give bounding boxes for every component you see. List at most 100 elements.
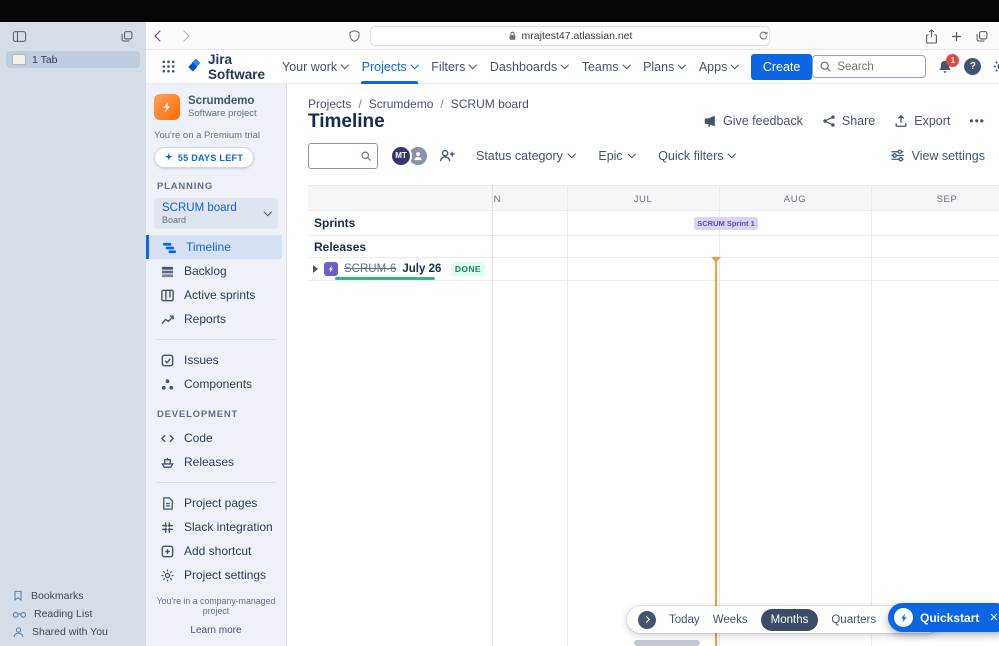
sidebar-item-timeline[interactable]: Timeline [146, 235, 282, 259]
epic-dropdown[interactable]: Epic [598, 149, 636, 163]
components-icon [160, 377, 175, 392]
app-switcher-icon[interactable] [156, 59, 181, 74]
epic-row-item[interactable]: SCRUM-6 July 26 DONE [308, 262, 492, 276]
sidebar-item-shared-with-you[interactable]: Shared with You [12, 626, 108, 638]
backlog-label: Backlog [184, 264, 227, 278]
more-icon[interactable]: ••• [969, 114, 985, 128]
browser-sidebar-header [0, 22, 146, 50]
sidebar-item-reading-list[interactable]: Reading List [12, 608, 108, 620]
nav-label: Dashboards [489, 59, 558, 74]
breadcrumb-scrum-board[interactable]: SCRUM board [451, 97, 529, 111]
notifications-button[interactable]: 1 [937, 53, 960, 75]
add-person-icon[interactable] [438, 148, 456, 163]
status-category-label: Status category [476, 148, 563, 163]
address-bar[interactable]: mrajtest47.atlassian.net [370, 26, 770, 46]
close-icon[interactable]: ✕ [989, 611, 998, 624]
releases-row-label: Releases [314, 239, 367, 254]
member-avatar[interactable]: MT [390, 144, 412, 167]
tab-overview-icon[interactable] [120, 30, 134, 43]
sidebar-item-components[interactable]: Components [154, 372, 278, 396]
give-feedback-button[interactable]: Give feedback [703, 114, 803, 128]
share-button[interactable]: Share [822, 114, 875, 128]
timeline-search-input[interactable] [314, 148, 360, 163]
share-page-icon[interactable] [925, 28, 938, 44]
help-icon[interactable]: ? [964, 58, 982, 75]
sidebar-toggle-icon[interactable] [12, 30, 27, 43]
quickstart-button[interactable]: Quickstart ✕ [888, 603, 999, 632]
timeline-search[interactable] [308, 142, 378, 169]
nav-item-filters[interactable]: Filters [424, 50, 483, 84]
sidebar-item-add-shortcut[interactable]: Add shortcut [154, 539, 278, 563]
zoom-option-today[interactable]: Today [669, 614, 700, 626]
forward-icon[interactable] [178, 30, 190, 42]
pane-divider [492, 185, 493, 646]
macos-titlebar [0, 0, 999, 22]
trial-days-button[interactable]: ✦ 55 DAYS LEFT [154, 147, 255, 168]
sidebar-item-bookmarks[interactable]: Bookmarks [12, 589, 108, 602]
month-label-jul: JUL [633, 193, 653, 205]
nav-item-plans[interactable]: Plans [636, 50, 692, 84]
sidebar-item-releases[interactable]: Releases [154, 450, 278, 474]
sidebar-item-project-settings[interactable]: Project settings [154, 563, 278, 587]
sidebar-item-code[interactable]: Code [154, 426, 278, 450]
jira-logo[interactable]: Jira Software [187, 52, 265, 82]
backlog-icon [160, 264, 175, 279]
browser-sidebar-bottom: Bookmarks Reading List Shared with You [12, 589, 108, 638]
sidebar-item-active-sprints[interactable]: Active sprints [154, 283, 278, 307]
sparkle-icon: ✦ [165, 152, 173, 162]
epic-progress-bar [335, 277, 435, 280]
sidebar-item-slack-integration[interactable]: Slack integration [154, 515, 278, 539]
breadcrumb-scrumdemo[interactable]: Scrumdemo [369, 97, 434, 111]
sidebar-item-issues[interactable]: Issues [154, 348, 278, 372]
tab-count-label: 1 Tab [32, 53, 58, 66]
view-settings-button[interactable]: View settings [890, 149, 985, 163]
create-button[interactable]: Create [750, 53, 813, 80]
member-avatars: MT [390, 144, 429, 167]
learn-more-link[interactable]: Learn more [146, 625, 286, 636]
sidebar-item-project-pages[interactable]: Project pages [154, 491, 278, 515]
tabs-icon[interactable] [975, 30, 989, 43]
glasses-icon [12, 609, 27, 619]
components-label: Components [184, 377, 253, 391]
quick-filters-dropdown[interactable]: Quick filters [658, 149, 737, 163]
code-icon [160, 431, 175, 446]
global-search-input[interactable] [837, 60, 920, 73]
month-gridline [567, 185, 568, 646]
sidebar-item-backlog[interactable]: Backlog [154, 259, 278, 283]
chevron-down-icon [263, 207, 272, 216]
code-label: Code [184, 431, 213, 445]
expand-chevron-icon[interactable] [313, 265, 318, 273]
back-icon[interactable] [154, 30, 166, 42]
nav-item-your-work[interactable]: Your work [275, 50, 355, 84]
breadcrumb-projects[interactable]: Projects [308, 97, 351, 111]
zoom-option-weeks[interactable]: Weeks [713, 614, 748, 626]
export-button[interactable]: Export [894, 114, 950, 128]
gear-icon [160, 568, 175, 583]
new-tab-icon[interactable] [950, 30, 963, 43]
project-name: Scrumdemo [188, 95, 255, 107]
nav-item-dashboards[interactable]: Dashboards [483, 50, 575, 84]
global-search[interactable] [812, 55, 927, 78]
sprint-bar[interactable]: SCRUM Sprint 1 [694, 217, 758, 230]
board-switcher[interactable]: SCRUM board Board [154, 198, 278, 229]
next-button[interactable] [638, 610, 656, 629]
sidebar-footer: You're in a company-managed project Lear… [146, 596, 286, 636]
gear-icon[interactable] [992, 58, 999, 75]
zoom-option-quarters[interactable]: Quarters [831, 614, 876, 626]
slack-icon [160, 520, 175, 535]
nav-item-apps[interactable]: Apps [692, 50, 745, 84]
timeline-row-sprints: Sprints [308, 211, 999, 236]
privacy-shield-icon[interactable] [348, 29, 361, 43]
project-header[interactable]: Scrumdemo Software project [154, 94, 278, 120]
refresh-icon[interactable] [758, 30, 769, 41]
sidebar-item-reports[interactable]: Reports [154, 307, 278, 331]
zoom-option-months[interactable]: Months [760, 608, 819, 631]
browser-tab-item[interactable]: 1 Tab [6, 51, 140, 68]
horizontal-scrollbar[interactable] [634, 640, 700, 646]
reading-list-label: Reading List [34, 608, 93, 620]
nav-item-teams[interactable]: Teams [575, 50, 636, 84]
status-category-dropdown[interactable]: Status category [476, 148, 576, 163]
nav-item-projects[interactable]: Projects [355, 50, 425, 84]
breadcrumb: Projects / Scrumdemo / SCRUM board [308, 97, 529, 111]
export-icon [894, 114, 908, 128]
